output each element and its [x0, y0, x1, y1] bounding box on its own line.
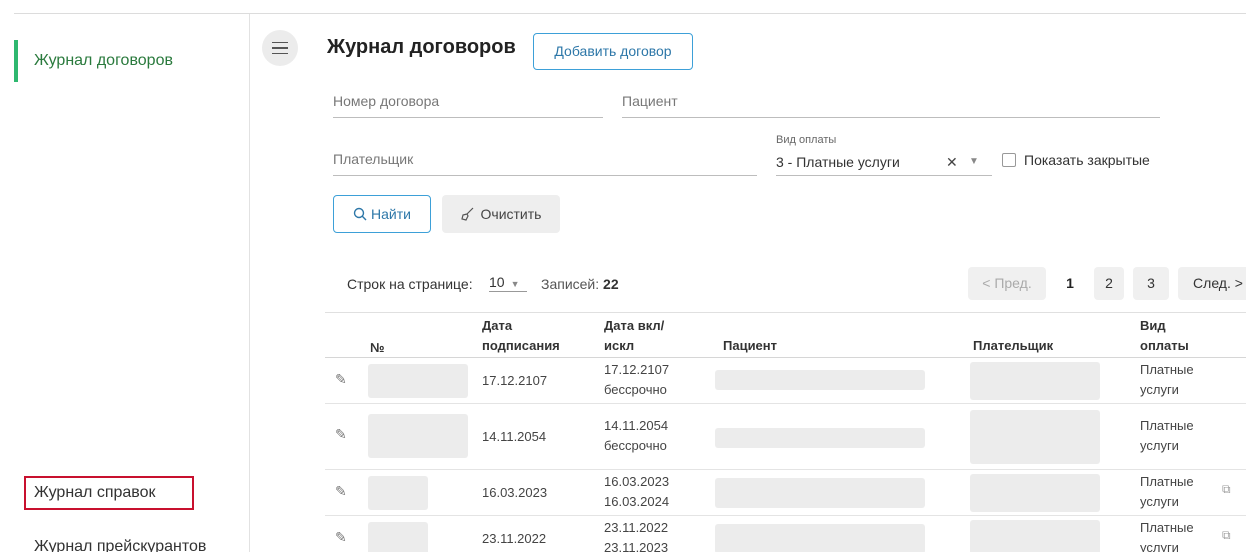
redacted-payer — [970, 362, 1100, 400]
col-signed-date-line1[interactable]: Дата — [482, 317, 512, 335]
show-closed-checkbox[interactable] — [1002, 153, 1016, 167]
paytype-line2: услуги — [1140, 540, 1179, 552]
redacted-patient — [715, 428, 925, 448]
sidebar: Журнал договоров Журнал справок Журнал п… — [14, 14, 250, 552]
contract-number-placeholder: Номер договора — [333, 93, 440, 109]
redacted-patient — [715, 524, 925, 552]
menu-toggle-icon[interactable] — [262, 30, 298, 66]
patient-field[interactable]: Пациент — [622, 88, 1160, 118]
search-icon — [353, 207, 367, 221]
contract-number-field[interactable]: Номер договора — [333, 88, 603, 118]
payer-field[interactable]: Плательщик — [333, 146, 757, 176]
rows-per-page-value: 10 — [489, 274, 505, 290]
col-paytype-line1[interactable]: Вид — [1140, 317, 1166, 335]
incl-date: 17.12.2107 — [604, 362, 670, 377]
payment-type-value: 3 - Платные услуги — [776, 154, 900, 170]
table-header: № Дата подписания Дата вкл/ искл Пациент… — [325, 312, 1246, 358]
excl-date: бессрочно — [604, 438, 667, 453]
next-page-button[interactable]: След. > — [1178, 267, 1246, 300]
redacted-patient — [715, 478, 925, 508]
paytype-line1: Платные — [1140, 474, 1194, 489]
prev-page-button[interactable]: < Пред. — [968, 267, 1046, 300]
patient-placeholder: Пациент — [622, 93, 678, 109]
table-row[interactable]: ✎ 23.11.2022 23.11.2022 23.11.2023 Платн… — [325, 516, 1246, 552]
clear-icon[interactable]: ✕ — [946, 154, 958, 171]
col-incl-date-line1[interactable]: Дата вкл/ — [604, 317, 664, 335]
sidebar-item-contracts-journal[interactable]: Журнал договоров — [14, 40, 173, 82]
external-link-icon[interactable]: ⧉ — [1222, 528, 1231, 543]
redacted-number — [368, 476, 428, 510]
table-row[interactable]: ✎ 14.11.2054 14.11.2054 бессрочно Платны… — [325, 404, 1246, 470]
add-contract-button[interactable]: Добавить договор — [533, 33, 693, 70]
find-button-label: Найти — [371, 206, 411, 222]
clear-button[interactable]: Очистить — [442, 195, 560, 233]
col-number[interactable]: № — [370, 339, 385, 357]
excl-date: 23.11.2023 — [604, 540, 669, 552]
edit-icon[interactable]: ✎ — [335, 483, 347, 500]
payer-placeholder: Плательщик — [333, 151, 414, 167]
paytype-line2: услуги — [1140, 438, 1179, 453]
show-closed-label: Показать закрытые — [1024, 152, 1150, 168]
payment-type-select[interactable]: Вид оплаты 3 - Платные услуги ✕ ▼ — [776, 134, 992, 176]
incl-date: 14.11.2054 — [604, 418, 669, 433]
signed-date: 14.11.2054 — [482, 429, 547, 444]
sidebar-item-price-lists-journal[interactable]: Журнал прейскурантов — [14, 538, 206, 552]
sidebar-item-certificates-journal[interactable]: Журнал справок — [24, 476, 194, 510]
paytype-line1: Платные — [1140, 520, 1194, 535]
signed-date: 23.11.2022 — [482, 531, 547, 546]
records-count: Записей: 22 — [541, 276, 619, 292]
chevron-down-icon[interactable]: ▼ — [969, 156, 979, 167]
col-signed-date-line2[interactable]: подписания — [482, 337, 560, 355]
redacted-payer — [970, 520, 1100, 552]
col-patient[interactable]: Пациент — [723, 337, 777, 355]
rows-per-page-select[interactable]: 10 ▼ — [489, 274, 527, 292]
records-label: Записей: — [541, 276, 600, 292]
payment-type-label: Вид оплаты — [776, 134, 837, 146]
redacted-number — [368, 414, 468, 458]
page-1-button[interactable]: 1 — [1055, 267, 1085, 300]
col-incl-date-line2[interactable]: искл — [604, 337, 634, 355]
redacted-payer — [970, 410, 1100, 464]
records-value: 22 — [603, 276, 619, 292]
external-link-icon[interactable]: ⧉ — [1222, 482, 1231, 497]
excl-date: 16.03.2024 — [604, 494, 670, 509]
paytype-line1: Платные — [1140, 362, 1194, 377]
edit-icon[interactable]: ✎ — [335, 426, 347, 443]
page-3-button[interactable]: 3 — [1133, 267, 1169, 300]
incl-date: 16.03.2023 — [604, 474, 670, 489]
edit-icon[interactable]: ✎ — [335, 371, 347, 388]
table-row[interactable]: ✎ 16.03.2023 16.03.2023 16.03.2024 Платн… — [325, 470, 1246, 516]
signed-date: 16.03.2023 — [482, 485, 548, 500]
paytype-line1: Платные — [1140, 418, 1194, 433]
find-button[interactable]: Найти — [333, 195, 431, 233]
chevron-down-icon: ▼ — [510, 279, 520, 289]
edit-icon[interactable]: ✎ — [335, 529, 347, 546]
clear-button-label: Очистить — [480, 206, 542, 222]
redacted-patient — [715, 370, 925, 390]
page-2-button[interactable]: 2 — [1094, 267, 1124, 300]
table-row[interactable]: ✎ 17.12.2107 17.12.2107 бессрочно Платны… — [325, 358, 1246, 404]
broom-icon — [460, 207, 473, 221]
signed-date: 17.12.2107 — [482, 373, 548, 388]
redacted-number — [368, 522, 428, 552]
redacted-number — [368, 364, 468, 398]
page-title: Журнал договоров — [327, 36, 516, 58]
paytype-line2: услуги — [1140, 382, 1179, 397]
rows-per-page-label: Строк на странице: — [347, 276, 473, 292]
incl-date: 23.11.2022 — [604, 520, 669, 535]
col-payer[interactable]: Плательщик — [973, 337, 1053, 355]
excl-date: бессрочно — [604, 382, 667, 397]
paytype-line2: услуги — [1140, 494, 1179, 509]
col-paytype-line2[interactable]: оплаты — [1140, 337, 1189, 355]
redacted-payer — [970, 474, 1100, 512]
